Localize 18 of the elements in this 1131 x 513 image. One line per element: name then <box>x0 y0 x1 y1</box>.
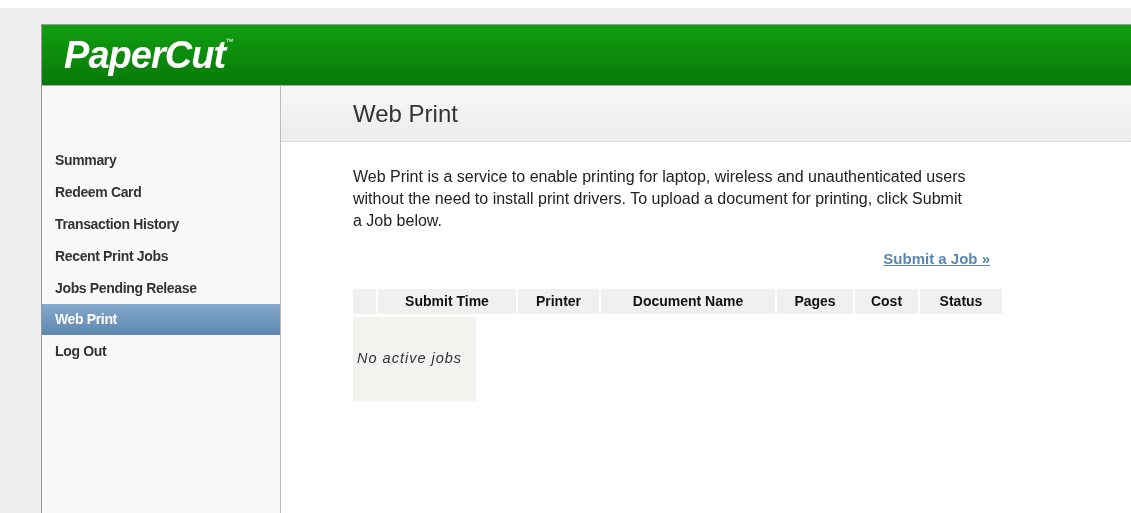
column-header: Document Name <box>601 288 775 314</box>
sidebar-item[interactable]: Summary <box>42 144 280 176</box>
logo: PaperCut <box>64 36 226 74</box>
sidebar-item[interactable]: Recent Print Jobs <box>42 240 280 272</box>
page-title: Web Print <box>353 98 458 129</box>
sidebar-item[interactable]: Redeem Card <box>42 176 280 208</box>
column-header: Status <box>920 288 1002 314</box>
sidebar-item[interactable]: Transaction History <box>42 208 280 240</box>
submit-job-link[interactable]: Submit a Job » <box>883 248 990 271</box>
column-header: Cost <box>855 288 918 314</box>
column-header: Printer <box>518 288 599 314</box>
sidebar-item[interactable]: Jobs Pending Release <box>42 272 280 304</box>
trademark: ™ <box>225 38 234 46</box>
empty-message: No active jobs <box>353 316 476 401</box>
sidebar-item[interactable]: Log Out <box>42 335 280 367</box>
column-header: Submit Time <box>378 288 516 314</box>
column-header: Pages <box>777 288 853 314</box>
intro-paragraph: Web Print is a service to enable printing for laptop, wireless and unauthenticated users without the need to install print drivers. To upload a document for printing, click Submit a Job below. <box>353 167 967 231</box>
